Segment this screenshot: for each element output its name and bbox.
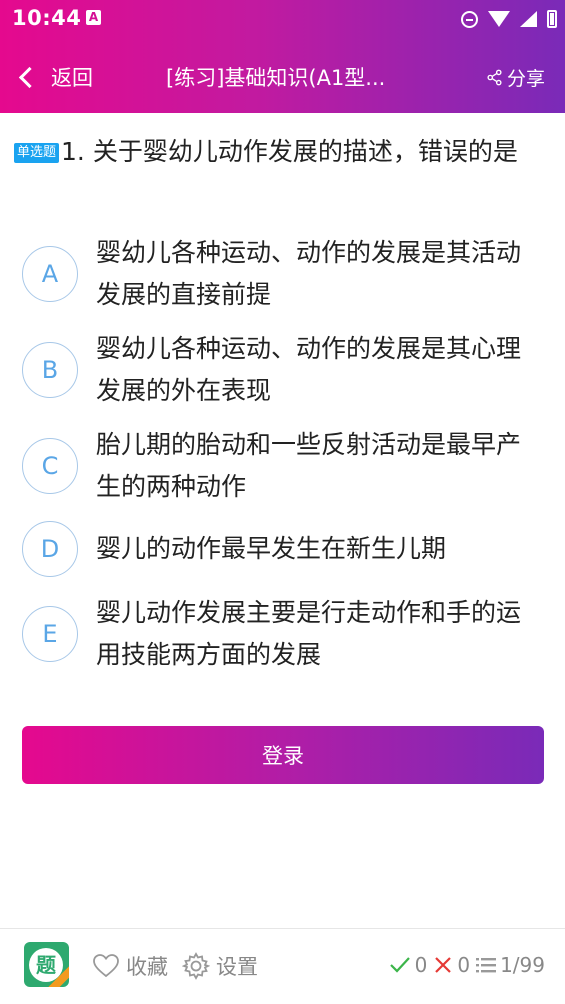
heart-icon (93, 954, 119, 978)
option-text: 婴儿动作发展主要是行走动作和手的运用技能两方面的发展 (96, 598, 522, 669)
check-icon (389, 957, 410, 973)
app-logo[interactable]: 题 (24, 942, 69, 987)
status-bar: 10:44 A (0, 0, 565, 38)
option-b[interactable]: B 婴幼儿各种运动、动作的发展是其心理发展的外在表现 (22, 328, 552, 412)
question-stem: 单选题 1. 关于婴幼儿动作发展的描述，错误的是 (14, 130, 554, 174)
option-c[interactable]: C 胎儿期的胎动和一些反射活动是最早产生的两种动作 (22, 424, 552, 508)
login-button[interactable]: 登录 (22, 726, 544, 784)
option-text: 胎儿期的胎动和一些反射活动是最早产生的两种动作 (96, 430, 522, 501)
notification-icon: A (86, 10, 101, 25)
correct-count: 0 (414, 953, 428, 977)
option-letter: B (22, 342, 78, 398)
option-text: 婴幼儿各种运动、动作的发展是其心理发展的外在表现 (96, 334, 522, 405)
signal-icon (520, 11, 537, 27)
option-letter: D (22, 521, 78, 577)
favorite-label: 收藏 (126, 955, 168, 979)
gear-icon (182, 952, 210, 980)
option-a[interactable]: A 婴幼儿各种运动、动作的发展是其活动发展的直接前提 (22, 232, 552, 316)
progress-count: 1/99 (500, 953, 545, 977)
option-d[interactable]: D 婴儿的动作最早发生在新生儿期 (22, 521, 552, 577)
back-button[interactable]: 返回 (18, 62, 93, 92)
do-not-disturb-icon (461, 10, 478, 28)
correct-stat: 0 (389, 953, 428, 977)
bottom-toolbar: 题 收藏 设置 0 0 1/99 (0, 929, 565, 1004)
option-letter: C (22, 438, 78, 494)
battery-icon (547, 10, 557, 28)
wifi-icon (488, 11, 510, 27)
answer-stats: 0 0 1/99 (389, 953, 545, 977)
settings-label: 设置 (216, 955, 258, 979)
option-letter: A (22, 246, 78, 302)
settings-button[interactable]: 设置 (182, 951, 258, 981)
back-label: 返回 (51, 66, 93, 90)
wrong-count: 0 (457, 953, 471, 977)
status-icons (461, 8, 557, 30)
favorite-button[interactable]: 收藏 (92, 951, 168, 981)
share-icon (487, 69, 502, 86)
progress-stat[interactable]: 1/99 (476, 953, 545, 977)
question-text: 1. 关于婴幼儿动作发展的描述，错误的是 (61, 137, 518, 166)
option-text: 婴幼儿各种运动、动作的发展是其活动发展的直接前提 (96, 238, 522, 309)
share-button[interactable]: 分享 (486, 64, 545, 91)
chevron-left-icon (18, 66, 41, 88)
question-type-badge: 单选题 (14, 143, 60, 163)
nav-bar: 返回 [练习]基础知识(A1型... 分享 (0, 48, 565, 104)
option-text: 婴儿的动作最早发生在新生儿期 (96, 534, 447, 563)
status-time: 10:44 (12, 6, 82, 30)
app-header: 10:44 A 返回 [练习]基础知识(A1型... 分享 (0, 0, 565, 113)
wrong-stat: 0 (433, 953, 470, 977)
page-title: [练习]基础知识(A1型... (166, 66, 386, 90)
option-e[interactable]: E 婴儿动作发展主要是行走动作和手的运用技能两方面的发展 (22, 592, 552, 676)
option-letter: E (22, 606, 78, 662)
list-icon (476, 958, 497, 973)
share-label: 分享 (506, 68, 545, 90)
cross-icon (435, 957, 452, 973)
